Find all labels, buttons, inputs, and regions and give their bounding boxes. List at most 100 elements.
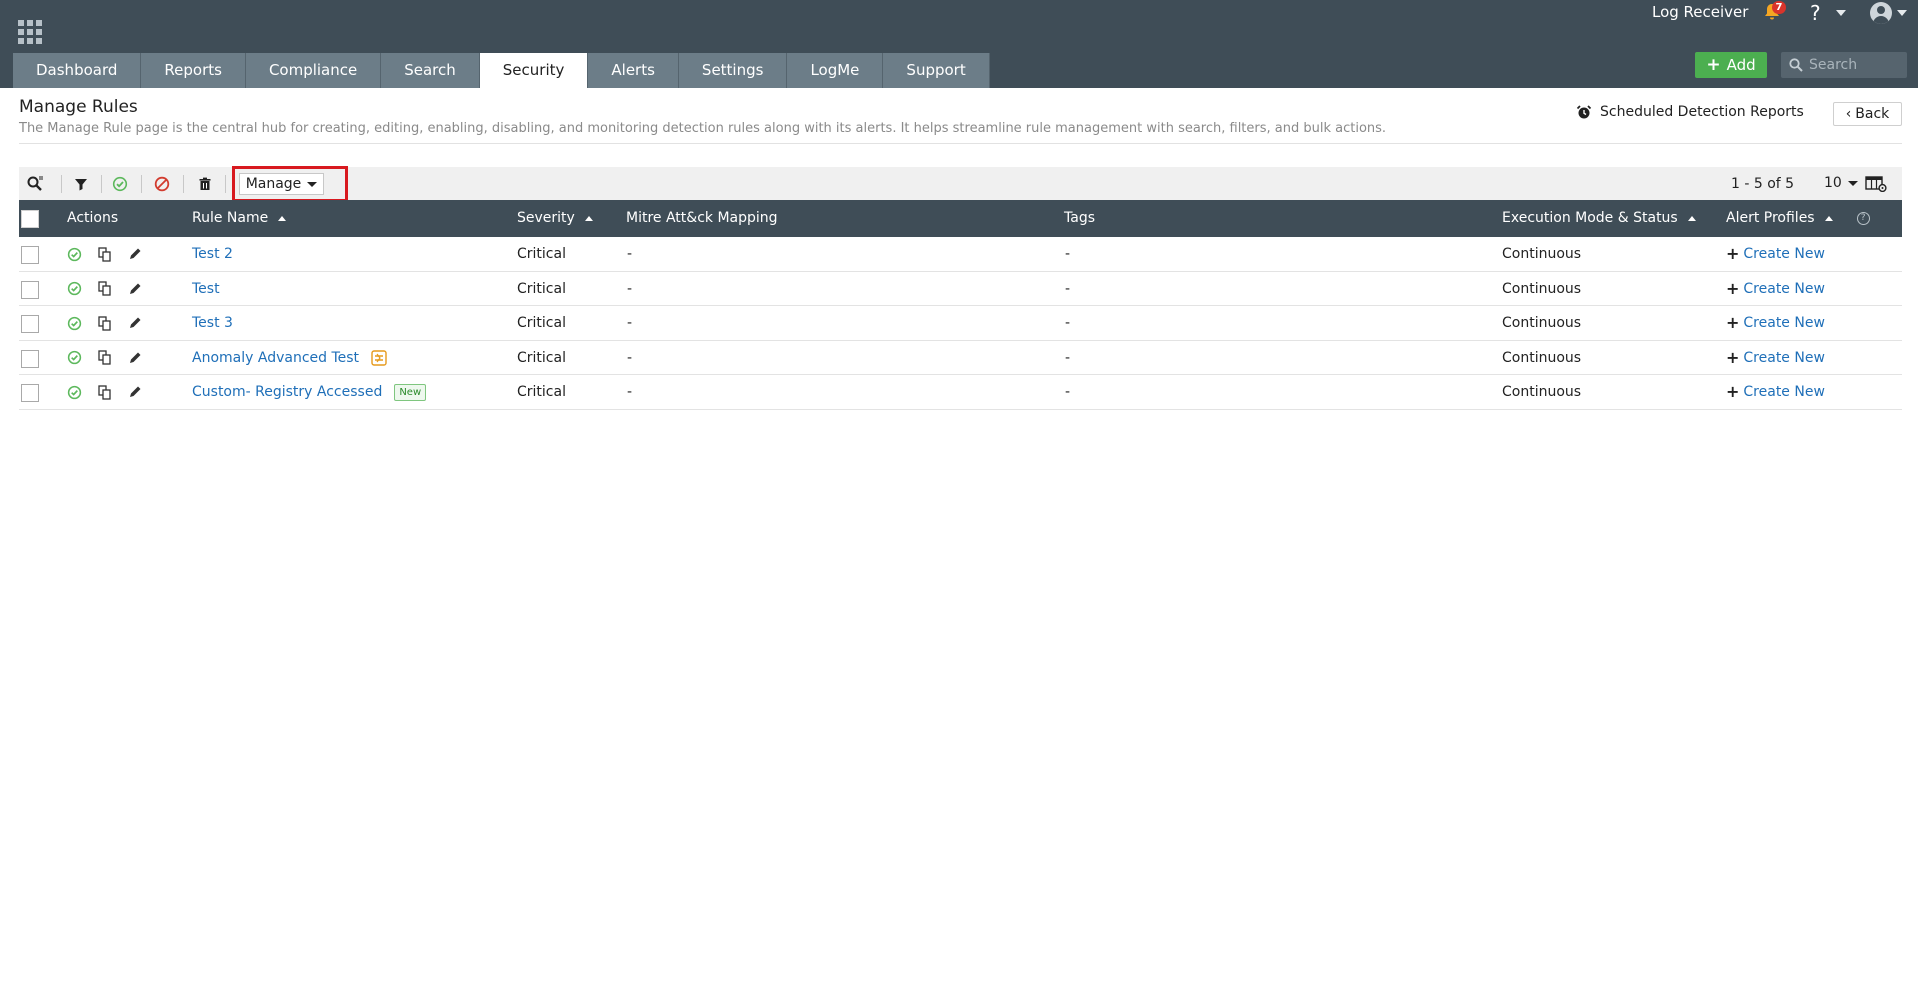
tags-cell: -	[1065, 349, 1071, 366]
global-search-input[interactable]	[1809, 57, 1899, 73]
enabled-check-icon[interactable]	[67, 247, 82, 262]
rule-name-link[interactable]: Test 3	[192, 306, 233, 340]
create-new-link[interactable]: Create New	[1743, 272, 1825, 306]
tab-dashboard[interactable]: Dashboard	[13, 53, 142, 88]
scheduled-detection-reports-label: Scheduled Detection Reports	[1600, 104, 1804, 120]
enabled-check-icon[interactable]	[67, 316, 82, 331]
help-circle-icon[interactable]: ?	[1856, 212, 1870, 225]
rule-name-cell: Custom- Registry Accessed New	[192, 375, 427, 409]
plus-icon: +	[1706, 55, 1721, 75]
chevron-down-icon	[1847, 180, 1858, 186]
execution-cell: Continuous	[1502, 384, 1582, 400]
tab-search[interactable]: Search	[381, 53, 480, 88]
log-receiver-link[interactable]: Log Receiver	[1652, 3, 1748, 21]
edit-pencil-icon[interactable]	[128, 282, 142, 296]
row-checkbox[interactable]	[21, 349, 39, 368]
alert-profile-cell[interactable]: + Create New	[1726, 375, 1825, 409]
copy-icon[interactable]	[98, 384, 112, 400]
chevron-down-icon	[307, 181, 318, 187]
edit-pencil-icon[interactable]	[128, 316, 142, 330]
tab-alerts[interactable]: Alerts	[588, 53, 679, 88]
row-checkbox[interactable]	[21, 280, 39, 299]
filter-icon[interactable]	[71, 174, 91, 194]
column-header-alert-profiles[interactable]: Alert Profiles ?	[1726, 200, 1870, 237]
chevron-left-icon: ‹	[1845, 106, 1852, 122]
column-settings-icon[interactable]	[1864, 174, 1888, 194]
sort-ascending-icon	[278, 216, 287, 221]
tab-settings[interactable]: Settings	[678, 53, 788, 88]
row-checkbox[interactable]	[21, 384, 39, 402]
rule-name-cell: Anomaly Advanced Test	[192, 341, 387, 375]
create-new-link[interactable]: Create New	[1743, 237, 1825, 271]
add-button-label: Add	[1726, 56, 1756, 74]
help-icon[interactable]: ?	[1810, 1, 1821, 25]
table-row: Test 2 Critical - - Continuous + Create …	[19, 237, 1902, 272]
severity-cell: Critical	[517, 280, 566, 297]
disable-rule-icon[interactable]	[152, 174, 172, 194]
scheduled-detection-reports-link[interactable]: Scheduled Detection Reports	[1576, 104, 1804, 120]
manage-dropdown-button[interactable]: Manage	[239, 173, 324, 195]
sort-ascending-icon	[1687, 216, 1696, 221]
copy-icon[interactable]	[98, 315, 112, 331]
alert-profiles-header-label: Alert Profiles	[1726, 210, 1815, 226]
user-dropdown-caret-icon[interactable]	[1897, 10, 1907, 16]
top-header: Log Receiver 7 ? Dashboard Reports Compl…	[0, 0, 1918, 88]
rule-name-link[interactable]: Custom- Registry Accessed	[192, 375, 382, 409]
tags-cell: -	[1065, 315, 1071, 331]
alert-profile-cell[interactable]: + Create New	[1726, 306, 1825, 340]
back-button[interactable]: ‹ Back	[1833, 102, 1902, 126]
toolbar-separator	[101, 175, 102, 193]
create-new-link[interactable]: Create New	[1743, 306, 1825, 340]
tab-security[interactable]: Security	[479, 53, 589, 88]
copy-icon[interactable]	[98, 281, 112, 296]
tags-cell: -	[1065, 246, 1071, 262]
row-actions	[67, 375, 142, 409]
page-size-value: 10	[1824, 175, 1842, 191]
enabled-check-icon[interactable]	[67, 350, 82, 365]
create-new-link[interactable]: Create New	[1743, 341, 1825, 375]
notification-bell-icon[interactable]: 7	[1762, 1, 1786, 24]
enable-rule-icon[interactable]	[110, 174, 130, 194]
mitre-cell: -	[627, 384, 633, 400]
help-dropdown-caret-icon[interactable]	[1836, 10, 1846, 16]
alert-profile-cell[interactable]: + Create New	[1726, 272, 1825, 306]
sort-ascending-icon	[1824, 216, 1833, 221]
rule-name-link[interactable]: Test 2	[192, 237, 233, 271]
column-header-execution[interactable]: Execution Mode & Status	[1502, 200, 1696, 237]
alert-profile-cell[interactable]: + Create New	[1726, 341, 1825, 375]
alarm-clock-icon	[1576, 105, 1592, 119]
advanced-search-icon[interactable]	[25, 174, 45, 194]
edit-pencil-icon[interactable]	[128, 385, 142, 399]
delete-trash-icon[interactable]	[195, 174, 215, 194]
copy-icon[interactable]	[98, 246, 112, 262]
alert-profile-cell[interactable]: + Create New	[1726, 237, 1825, 271]
select-all-checkbox[interactable]	[21, 210, 39, 228]
anomaly-rule-icon	[371, 349, 387, 366]
page-size-select[interactable]: 10	[1824, 175, 1858, 191]
edit-pencil-icon[interactable]	[128, 247, 142, 261]
severity-cell: Critical	[517, 384, 566, 400]
tab-support[interactable]: Support	[883, 53, 990, 88]
tab-logme[interactable]: LogMe	[787, 53, 884, 88]
create-new-link[interactable]: Create New	[1743, 375, 1825, 409]
enabled-check-icon[interactable]	[67, 281, 82, 296]
column-header-rule-name[interactable]: Rule Name	[192, 200, 287, 237]
app-grid-icon[interactable]	[18, 20, 42, 44]
toolbar-separator	[141, 175, 142, 193]
execution-cell: Continuous	[1502, 280, 1582, 297]
row-checkbox[interactable]	[21, 315, 39, 333]
rule-name-link[interactable]: Test	[192, 272, 220, 306]
copy-icon[interactable]	[98, 350, 112, 365]
column-header-severity[interactable]: Severity	[517, 200, 593, 237]
tab-reports[interactable]: Reports	[141, 53, 246, 88]
execution-header-label: Execution Mode & Status	[1502, 210, 1678, 226]
rule-name-link[interactable]: Anomaly Advanced Test	[192, 341, 359, 375]
enabled-check-icon[interactable]	[67, 385, 82, 400]
table-row: Anomaly Advanced Test Critical - - Conti…	[19, 341, 1902, 375]
tags-cell: -	[1065, 384, 1071, 400]
add-button[interactable]: + Add	[1695, 52, 1767, 78]
row-checkbox[interactable]	[21, 246, 39, 264]
user-avatar-icon[interactable]	[1870, 2, 1892, 24]
tab-compliance[interactable]: Compliance	[245, 53, 382, 88]
edit-pencil-icon[interactable]	[128, 351, 142, 365]
